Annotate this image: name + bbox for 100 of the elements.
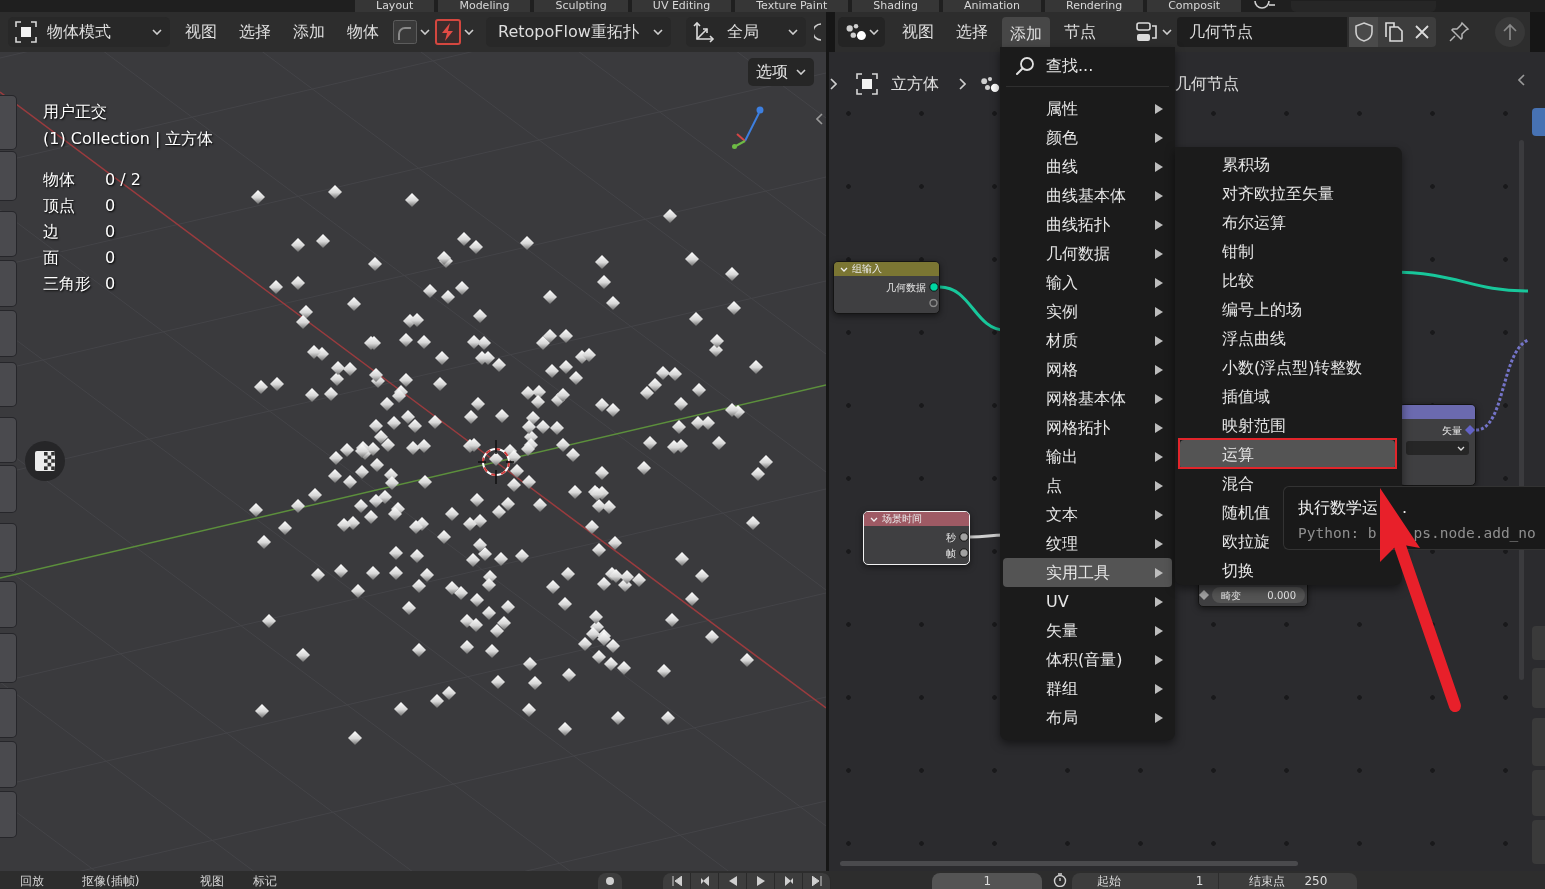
chevron-left-icon[interactable] [1518,74,1525,86]
menu-item[interactable]: 实例 [1000,297,1175,326]
menu-item[interactable]: 对齐欧拉至矢量 [1175,179,1344,208]
parent-tree-button[interactable] [1495,17,1525,47]
play-reverse-button[interactable] [719,873,748,889]
menu-item[interactable]: 网格拓扑 [1000,413,1175,442]
view-toggle-button[interactable] [25,441,65,481]
menu-item[interactable]: 颜色 [1000,123,1175,152]
chevron-left-icon[interactable] [816,113,823,125]
menu-item[interactable]: 插值域 [1175,382,1280,411]
menu-item[interactable]: 网格 [1000,355,1175,384]
socket-label: 矢量 [1442,423,1462,438]
stopwatch-icon[interactable] [1053,873,1068,887]
workspace-tab[interactable]: UV Editing [631,0,732,12]
menu-item[interactable]: 曲线拓扑 [1000,210,1175,239]
menu-item[interactable]: 群组 [1000,674,1175,703]
menu-item[interactable]: 输出 [1000,442,1175,471]
menu-item[interactable]: 曲线基本体 [1000,181,1175,210]
arc-icon[interactable] [1253,1,1276,12]
timeline-menu[interactable]: 抠像(插帧) [82,873,140,889]
menu-item[interactable]: 纹理 [1000,529,1175,558]
arc-icon[interactable] [814,23,822,41]
menu-item[interactable]: 小数(浮点型)转整数 [1175,353,1373,382]
collapse-chevron-icon[interactable] [840,266,848,272]
jump-end-button[interactable] [803,873,832,889]
menu-item[interactable]: 实用工具 [1003,558,1172,587]
menu-item[interactable]: 网格基本体 [1000,384,1175,413]
menu-item[interactable]: 比较 [1175,266,1264,295]
menu-button[interactable]: 选择 [231,17,279,47]
workspace-tab[interactable]: Shading [852,0,939,12]
menu-item[interactable]: 曲线 [1000,152,1175,181]
menu-item[interactable]: 运算 [1180,440,1395,469]
current-frame-field[interactable]: 1 [932,873,1043,889]
node-card[interactable]: 矢量 [1399,404,1476,486]
retopo-menu[interactable]: RetopoFlow重拓扑 [486,17,671,47]
menu-item[interactable]: 属性 [1000,94,1175,123]
node-card[interactable]: 组输入 几何数据 [833,261,940,314]
menu-item[interactable]: 映射范围 [1175,411,1296,440]
socket-icon[interactable] [1199,590,1209,600]
retopo-tool-dropdown[interactable] [435,17,474,47]
chevron-right-icon[interactable] [830,78,837,90]
menu-item[interactable]: 布尔运算 [1175,208,1296,237]
mode-dropdown[interactable]: 物体模式 [8,17,170,47]
fake-user-button[interactable] [1349,17,1378,47]
menu-item[interactable]: 体积(音量) [1000,645,1175,674]
workspace-tab[interactable]: Layout [355,0,435,12]
timeline-menu[interactable]: 标记 [253,873,278,889]
node-card[interactable]: 场景时间 秒 帧 [863,511,970,565]
search-menu-item[interactable]: 查找... [1000,52,1175,80]
breadcrumb-item[interactable]: 立方体 [891,72,939,96]
workspace-tab[interactable]: Rendering [1045,0,1144,12]
options-button[interactable]: 选项 [748,58,814,86]
unlink-button[interactable] [1407,17,1436,47]
end-frame-field[interactable]: 结束点 250 [1219,873,1358,889]
workspace-tab[interactable]: Texture Paint [735,0,849,12]
menu-item[interactable]: 文本 [1000,500,1175,529]
menu-item[interactable]: 钳制 [1175,237,1264,266]
orientation-dropdown[interactable]: 全局 [686,17,806,47]
snap-dropdown[interactable] [393,17,430,47]
node-group-field[interactable]: 几何节点 [1177,17,1347,47]
menu-item[interactable]: 材质 [1000,326,1175,355]
prev-keyframe-button[interactable] [691,873,720,889]
play-button[interactable] [747,873,776,889]
menu-item[interactable]: 随机值 [1175,498,1280,527]
menu-button[interactable]: 视图 [177,17,225,47]
menu-item[interactable]: 编号上的场 [1175,295,1312,324]
menu-item[interactable]: 输入 [1000,268,1175,297]
menu-button[interactable]: 视图 [894,17,942,47]
menu-item[interactable]: 欧拉旋 [1175,527,1280,556]
breadcrumb-item[interactable]: 几何节点 [1175,72,1239,96]
workspace-tab[interactable]: Animation [942,0,1041,12]
workspace-tab[interactable]: Sculpting [534,0,628,12]
pin-icon[interactable] [1448,21,1470,43]
workspace-tab[interactable]: Modeling [438,0,531,12]
menu-item[interactable]: 浮点曲线 [1175,324,1296,353]
workspace-tab[interactable]: Composit [1147,0,1242,12]
timeline-menu[interactable]: 视图 [200,873,225,889]
menu-item[interactable]: 矢量 [1000,616,1175,645]
record-button[interactable] [598,873,623,889]
menu-item[interactable]: 累积场 [1175,150,1280,179]
menu-button[interactable]: 选择 [948,17,996,47]
start-frame-field[interactable]: 起始 1 [1072,873,1219,889]
menu-item[interactable]: UV [1000,587,1175,616]
value-field[interactable]: 畸变 0.000 [1212,587,1305,603]
menu-button[interactable]: 物体 [339,17,387,47]
menu-item[interactable]: 混合 [1175,469,1264,498]
menu-item[interactable]: 布局 [1000,703,1175,732]
menu-item[interactable]: 点 [1000,471,1175,500]
duplicate-button[interactable] [1378,17,1407,47]
menu-button[interactable]: 节点 [1056,17,1104,47]
timeline-menu[interactable]: 回放 [20,873,44,889]
collapse-chevron-icon[interactable] [870,516,878,522]
jump-start-button[interactable] [663,873,692,889]
editor-type-dropdown[interactable] [838,17,885,47]
menu-button[interactable]: 添加 [285,17,333,47]
horizontal-scrollbar[interactable] [840,861,1298,866]
next-keyframe-button[interactable] [775,873,804,889]
menu-item[interactable]: 几何数据 [1000,239,1175,268]
node-link[interactable] [1475,338,1529,432]
dropdown-field[interactable] [1406,441,1469,455]
